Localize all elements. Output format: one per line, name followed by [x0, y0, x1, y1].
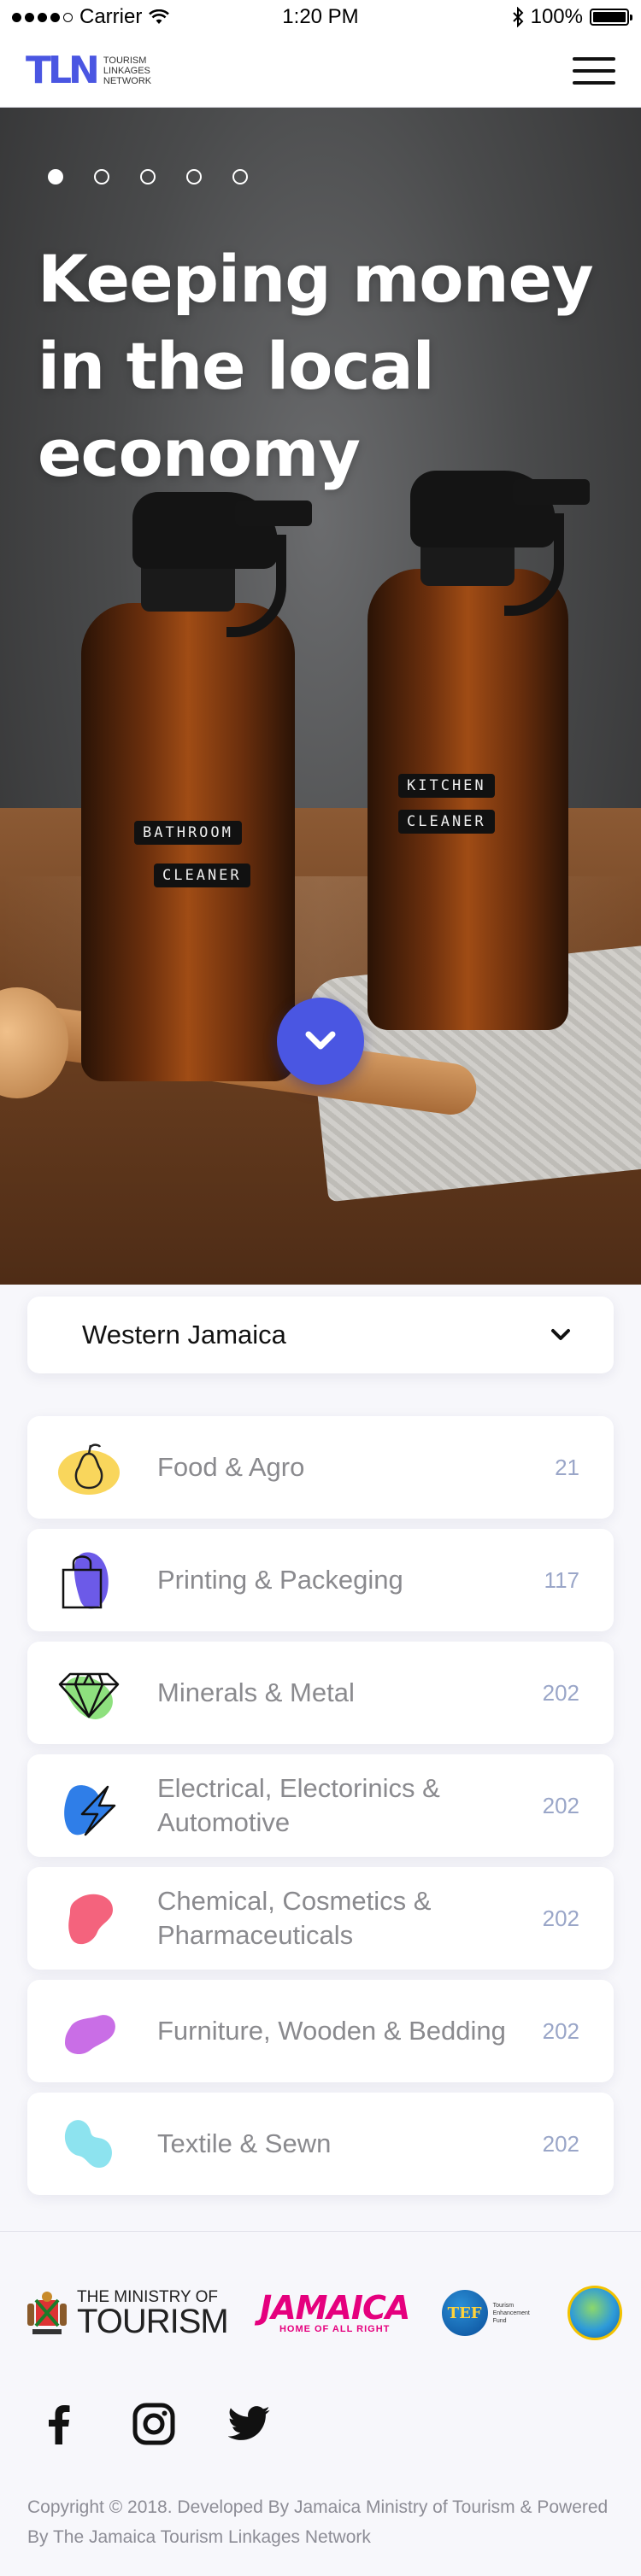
hamburger-icon[interactable]	[573, 54, 615, 88]
jamaica-tagline: HOME OF ALL RIGHT	[279, 2324, 391, 2334]
bottle-label: CLEANER	[398, 810, 495, 834]
chevron-down-icon	[305, 1031, 336, 1050]
chemical-blob-icon	[51, 1881, 126, 1956]
kitchen-cleaner-bottle-image: KITCHEN CLEANER	[368, 441, 590, 1030]
battery-percent: 100%	[530, 5, 583, 28]
category-count: 117	[544, 1566, 579, 1593]
carrier-label: Carrier	[79, 5, 143, 28]
hero-title: Keeping money in the local economy	[38, 241, 594, 491]
tef-disc: TEF	[441, 2290, 488, 2336]
category-label: Furniture, Wooden & Bedding	[157, 2016, 506, 2046]
category-label: Electrical, Electorinics & Automotive	[157, 1773, 440, 1837]
category-label: Chemical, Cosmetics & Pharmaceuticals	[157, 1886, 432, 1950]
category-label: Printing & Packeging	[157, 1565, 403, 1595]
category-label: Food & Agro	[157, 1452, 305, 1482]
textile-blob-icon	[51, 2106, 126, 2181]
twitter-icon[interactable]	[226, 2400, 273, 2448]
logo-mark: TLN	[26, 48, 100, 92]
slide-dot[interactable]	[186, 169, 202, 184]
category-count: 202	[542, 2017, 579, 2044]
category-item[interactable]: Textile & Sewn 202	[27, 2093, 614, 2195]
jamaica-wordmark: JAMAICA	[260, 2289, 410, 2327]
wifi-icon	[149, 9, 170, 24]
category-count: 21	[555, 1454, 579, 1480]
category-item[interactable]: Furniture, Wooden & Bedding 202	[27, 1980, 614, 2082]
region-selected-value: Western Jamaica	[82, 1320, 286, 1349]
category-item[interactable]: Electrical, Electorinics & Automotive 202	[27, 1754, 614, 1857]
top-nav: TLN Tourism Linkages Network	[0, 34, 641, 108]
category-count: 202	[542, 2130, 579, 2157]
tef-text: Tourism Enhancement Fund	[492, 2302, 530, 2324]
signal-icon	[12, 12, 73, 22]
facebook-icon[interactable]	[34, 2400, 82, 2448]
scroll-down-button[interactable]	[277, 998, 364, 1085]
region-select[interactable]: Western Jamaica	[27, 1297, 614, 1373]
slide-dot[interactable]	[94, 169, 109, 184]
slide-dot[interactable]	[232, 169, 248, 184]
bottle-label: CLEANER	[154, 864, 250, 887]
category-item[interactable]: Chemical, Cosmetics & Pharmaceuticals 202	[27, 1867, 614, 1970]
hero-banner: BATHROOM CLEANER KITCHEN CLEANER Keeping…	[0, 108, 641, 1285]
copyright-text: Copyright © 2018. Developed By Jamaica M…	[27, 2497, 609, 2547]
pear-icon	[51, 1430, 126, 1505]
status-left: Carrier	[12, 5, 170, 29]
slide-dot[interactable]	[140, 169, 156, 184]
bottle-label: KITCHEN	[398, 774, 495, 798]
category-count: 202	[542, 1679, 579, 1706]
category-list: Food & Agro 21 Printing & Packeging 117 Mine…	[27, 1416, 614, 2205]
bluetooth-icon	[512, 7, 524, 27]
category-count: 202	[542, 1905, 579, 1931]
instagram-icon[interactable]	[130, 2400, 178, 2448]
globe-icon	[567, 2286, 622, 2340]
category-item[interactable]: Minerals & Metal 202	[27, 1642, 614, 1744]
divider	[0, 2231, 641, 2232]
battery-icon	[590, 9, 632, 26]
partner-logos: THE MINISTRY OF TOURISM JAMAICA HOME OF …	[24, 2270, 622, 2356]
jtln-globe-logo[interactable]	[567, 2286, 622, 2340]
ministry-of-tourism-logo[interactable]: THE MINISTRY OF TOURISM	[24, 2288, 229, 2340]
social-links	[34, 2400, 273, 2448]
logo-text: Tourism Linkages Network	[103, 55, 152, 86]
category-item[interactable]: Printing & Packeging 117	[27, 1529, 614, 1631]
slide-dot[interactable]	[48, 169, 63, 184]
bottle-label: BATHROOM	[134, 821, 242, 845]
category-count: 202	[542, 1792, 579, 1818]
status-right: 100%	[512, 5, 632, 29]
status-bar: Carrier 1:20 PM 100%	[0, 0, 641, 34]
battery-fill	[593, 12, 626, 22]
category-item[interactable]: Food & Agro 21	[27, 1416, 614, 1519]
category-label: Textile & Sewn	[157, 2128, 332, 2158]
jamaica-crest-icon	[27, 2292, 67, 2334]
furniture-blob-icon	[51, 1993, 126, 2069]
bathroom-cleaner-bottle-image: BATHROOM CLEANER	[81, 466, 312, 1081]
ministry-line-2: TOURISM	[77, 2303, 229, 2340]
slide-indicators	[48, 169, 248, 184]
tef-logo[interactable]: TEF Tourism Enhancement Fund	[441, 2290, 536, 2336]
logo[interactable]: TLN Tourism Linkages Network	[26, 48, 163, 92]
category-label: Minerals & Metal	[157, 1677, 355, 1707]
diamond-icon	[51, 1655, 126, 1730]
lightning-icon	[51, 1768, 126, 1843]
chevron-down-icon	[551, 1329, 570, 1340]
visit-jamaica-logo[interactable]: JAMAICA HOME OF ALL RIGHT	[260, 2289, 410, 2334]
shopping-bag-icon	[51, 1543, 126, 1618]
